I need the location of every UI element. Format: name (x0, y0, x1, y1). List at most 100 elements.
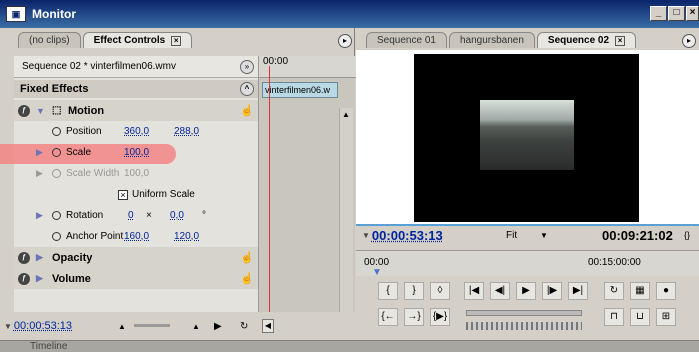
window-titlebar: ▣ Monitor _ □ × (0, 0, 699, 28)
minimize-button[interactable]: _ (650, 6, 667, 21)
reset-hand-icon[interactable]: ☝ (240, 104, 254, 117)
time-triangle-icon: ▼ (362, 230, 370, 240)
rotation-row: ▶ Rotation 0 × 0,0 ° (14, 205, 258, 226)
zoom-select[interactable]: Fit (506, 230, 517, 241)
expand-triangle-icon[interactable]: ▼ (36, 106, 45, 116)
zoom-out-icon[interactable]: ▲ (118, 322, 126, 331)
show-hide-timeline-icon[interactable]: » (240, 60, 254, 74)
fixed-effects-label: Fixed Effects (20, 83, 89, 95)
rotation-degrees[interactable]: 0,0 (170, 210, 184, 221)
scale-value[interactable]: 100,0 (124, 147, 149, 158)
position-x-value[interactable]: 360,0 (124, 126, 149, 137)
previous-edit-button[interactable]: |◀ (464, 282, 484, 300)
bracket-icon: {} (684, 230, 691, 240)
close-button[interactable]: × (686, 6, 699, 21)
volume-effect-row[interactable]: ƒ ▶ Volume ☝ (14, 268, 258, 289)
scale-width-label: Scale Width (66, 168, 120, 179)
scroll-up-icon[interactable]: ▲ (342, 110, 350, 119)
opacity-effect-row[interactable]: ƒ ▶ Opacity ☝ (14, 247, 258, 268)
playhead-marker[interactable]: ▼ (372, 267, 382, 278)
uniform-scale-checkbox[interactable]: × (118, 189, 128, 200)
shuttle-slider[interactable] (466, 310, 582, 316)
play-button[interactable]: ▶ (516, 282, 536, 300)
tab-label: Sequence 01 (377, 35, 436, 46)
set-marker-button[interactable]: ◊ (430, 282, 450, 300)
anchor-point-row: Anchor Point 160,0 120,0 (14, 226, 258, 247)
close-tab-icon[interactable]: × (615, 35, 626, 46)
tab-no-clips[interactable]: (no clips) (18, 32, 81, 48)
stopwatch-icon[interactable] (52, 211, 61, 220)
scroll-left-icon[interactable]: ◀ (262, 319, 274, 333)
tab-sequence-01[interactable]: Sequence 01 (366, 32, 447, 48)
output-button[interactable]: ● (656, 282, 676, 300)
video-thumbnail (480, 100, 574, 170)
zoom-slider[interactable] (134, 324, 170, 327)
tab-label: Sequence 02 (547, 35, 610, 46)
panel-menu-button[interactable]: ▸ (338, 34, 352, 48)
scale-width-row: ▶ Scale Width 100,0 (14, 163, 258, 184)
effect-toggle-icon[interactable]: ƒ (18, 251, 30, 264)
effect-toggle-icon[interactable]: ƒ (18, 104, 30, 117)
current-time[interactable]: 00:00:53:13 (14, 320, 72, 332)
mark-out-button[interactable]: } (404, 282, 424, 300)
expand-triangle-icon[interactable]: ▶ (36, 210, 43, 221)
motion-label: Motion (68, 104, 105, 117)
effect-controls-body: Sequence 02 * vinterfilmen06.wmv » Fixed… (0, 56, 356, 340)
lift-button[interactable]: ⊓ (604, 308, 624, 326)
vertical-scrollbar[interactable]: ▲ ▼ (339, 108, 353, 340)
current-timecode[interactable]: 00:00:53:13 (372, 228, 443, 243)
clip-name: vinterfilmen06.w (265, 85, 331, 95)
mark-in-button[interactable]: { (378, 282, 398, 300)
maximize-button[interactable]: □ (668, 6, 685, 21)
left-tab-strip: (no clips) Effect Controls × (18, 30, 194, 48)
clip-bar[interactable]: vinterfilmen06.w (262, 82, 338, 98)
anchor-y-value[interactable]: 120,0 (174, 231, 199, 242)
stopwatch-icon[interactable] (52, 232, 61, 241)
tab-label: hangursbanen (459, 35, 524, 46)
loop-button[interactable]: ↻ (604, 282, 624, 300)
motion-effect-row[interactable]: ƒ ▼ ⬚ Motion ☝ (14, 100, 258, 121)
stopwatch-icon[interactable] (52, 127, 61, 136)
video-display (356, 50, 699, 224)
stopwatch-icon (52, 169, 61, 178)
zoom-in-icon[interactable]: ▲ (192, 322, 200, 331)
position-y-value[interactable]: 288,0 (174, 126, 199, 137)
collapse-icon[interactable]: ^ (240, 82, 254, 96)
play-audio-icon[interactable]: ▶ (214, 321, 222, 332)
step-forward-button[interactable]: |▶ (542, 282, 562, 300)
chevron-down-icon[interactable]: ▼ (540, 231, 548, 240)
scale-width-value: 100,0 (124, 168, 150, 179)
step-back-button[interactable]: ◀| (490, 282, 510, 300)
close-tab-icon[interactable]: × (171, 35, 182, 46)
extract-button[interactable]: ⊔ (630, 308, 650, 326)
expand-triangle-icon[interactable]: ▶ (36, 168, 43, 179)
uniform-scale-row: × Uniform Scale (14, 184, 258, 205)
tab-sequence-02[interactable]: Sequence 02 × (536, 32, 637, 48)
tab-effect-controls[interactable]: Effect Controls × (82, 32, 193, 48)
expand-triangle-icon[interactable]: ▶ (36, 252, 43, 263)
safe-margins-button[interactable]: ▦ (630, 282, 650, 300)
next-edit-button[interactable]: ▶| (568, 282, 588, 300)
panel-menu-button[interactable]: ▸ (682, 34, 696, 48)
ruler-start-time: 00:00 (263, 56, 289, 67)
loop-icon[interactable]: ↻ (240, 321, 248, 332)
trim-button[interactable]: ⊞ (656, 308, 676, 326)
expand-triangle-icon[interactable]: ▶ (36, 147, 43, 158)
reset-hand-icon[interactable]: ☝ (240, 272, 254, 285)
tab-hangursbanen[interactable]: hangursbanen (448, 32, 535, 48)
anchor-x-value[interactable]: 160,0 (124, 231, 149, 242)
go-to-in-button[interactable]: {← (378, 308, 398, 326)
timeline-ruler[interactable]: 00:00 (259, 56, 356, 78)
playhead-line[interactable] (269, 66, 270, 316)
go-to-out-button[interactable]: →} (404, 308, 424, 326)
effect-toggle-icon[interactable]: ƒ (18, 272, 30, 285)
stopwatch-icon[interactable] (52, 148, 61, 157)
degree-symbol: ° (202, 210, 206, 221)
play-in-to-out-button[interactable]: {▶} (430, 308, 450, 326)
program-monitor-panel: Sequence 01 hangursbanen Sequence 02 × ▸ … (356, 28, 699, 340)
jog-disk[interactable] (466, 322, 582, 330)
rotation-turns[interactable]: 0 (128, 210, 134, 221)
reset-hand-icon[interactable]: ☝ (240, 251, 254, 264)
monitor-time-ruler[interactable]: 00:00 00:15:00:00 ▼ (356, 250, 699, 278)
expand-triangle-icon[interactable]: ▶ (36, 273, 43, 284)
